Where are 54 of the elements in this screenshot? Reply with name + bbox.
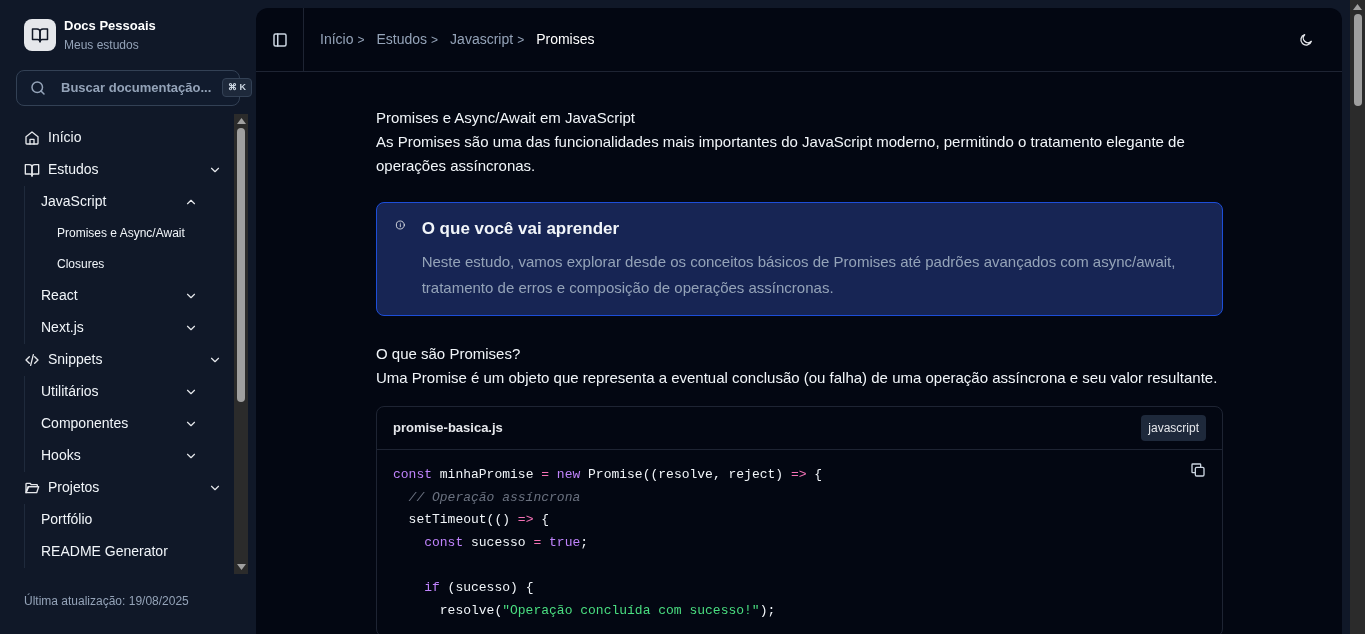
code-filename: promise-basica.js [393,419,503,437]
brand-subtitle: Meus estudos [64,36,140,54]
sidebar-item[interactable]: Portfólio [41,503,234,536]
breadcrumb-link[interactable]: Javascript [450,29,514,50]
moon-icon [1298,31,1314,48]
article-title: Promises e Async/Await em JavaScript [376,108,636,128]
callout-title: O que você vai aprender [421,218,621,240]
breadcrumb-link[interactable]: Início [320,29,354,50]
code-line: resolve("Operação concluída com sucesso!"); [438,601,776,620]
scroll-down-icon[interactable] [236,563,246,570]
sidebar-item[interactable]: README Generator [41,535,234,568]
search-icon [29,78,47,97]
sidebar-item[interactable]: Snippets [16,343,234,376]
breadcrumb-separator: > [517,31,525,49]
sidebar-item[interactable]: Hooks [41,439,234,472]
scroll-up-icon[interactable] [236,117,246,124]
home-icon [24,129,40,146]
intro-paragraph: As Promises são uma das funcionalidades mais importantes do JavaScript moderno, permitindo o tratamento elegante de operações assíncronas. [376,132,1186,176]
section-paragraph: Uma Promise é um objeto que representa a eventual conclusão (ou falha) de uma operação assíncrona e seu valor resultante. [376,368,1219,388]
brand-title: Docs Pessoais [64,17,156,35]
code-line: const sucesso = true; [423,533,589,552]
sidebar-item[interactable]: Estudos [16,153,234,186]
sidebar-item[interactable]: Utilitários [41,375,234,408]
last-updated-text: Última atualização: 19/08/2025 [23,592,190,610]
section-title: O que são Promises? [376,344,522,364]
code-line: const minhaPromise = new Promise((resolve, reject) => { [393,466,823,484]
code-line: if (sucesso) { [423,578,534,597]
shortcut-hint: ⌘ K [222,77,252,97]
book-icon [31,25,49,44]
scroll-up-icon[interactable] [1353,4,1362,10]
breadcrumb-link[interactable]: Estudos [376,29,428,50]
language-tag: javascript [1141,415,1206,441]
book-icon [24,161,40,178]
breadcrumb-separator: > [357,31,365,49]
info-icon [395,217,406,233]
sidebar-item[interactable]: Next.js [41,311,234,344]
sidebar-item[interactable]: React [41,279,234,312]
callout-text: Neste estudo, vamos explorar desde os conceitos básicos de Promises até padrões avançados com async/await, tratamento de erros e composição de operações assíncronas. [421,252,1177,298]
breadcrumb-separator: > [431,31,439,49]
sidebar-item[interactable]: Closures [57,248,234,280]
code-icon [24,351,40,368]
copy-icon [1190,462,1206,478]
breadcrumb-link[interactable]: Promises [536,29,595,50]
sidebar-item[interactable]: JavaScript [41,185,234,218]
sidebar-icon [270,30,289,49]
sidebar-item[interactable]: Promises e Async/Await [57,217,234,249]
code-line: // Operação assíncrona [407,488,581,507]
scrollbar-thumb[interactable] [237,127,245,402]
sidebar-item[interactable]: Início [16,121,234,154]
code-line: setTimeout(() => { [407,511,550,530]
copy-button[interactable] [1188,460,1208,480]
scrollbar-thumb[interactable] [1353,14,1362,106]
sidebar-item[interactable]: Componentes [41,407,234,440]
sidebar-item[interactable]: Projetos [16,471,234,504]
